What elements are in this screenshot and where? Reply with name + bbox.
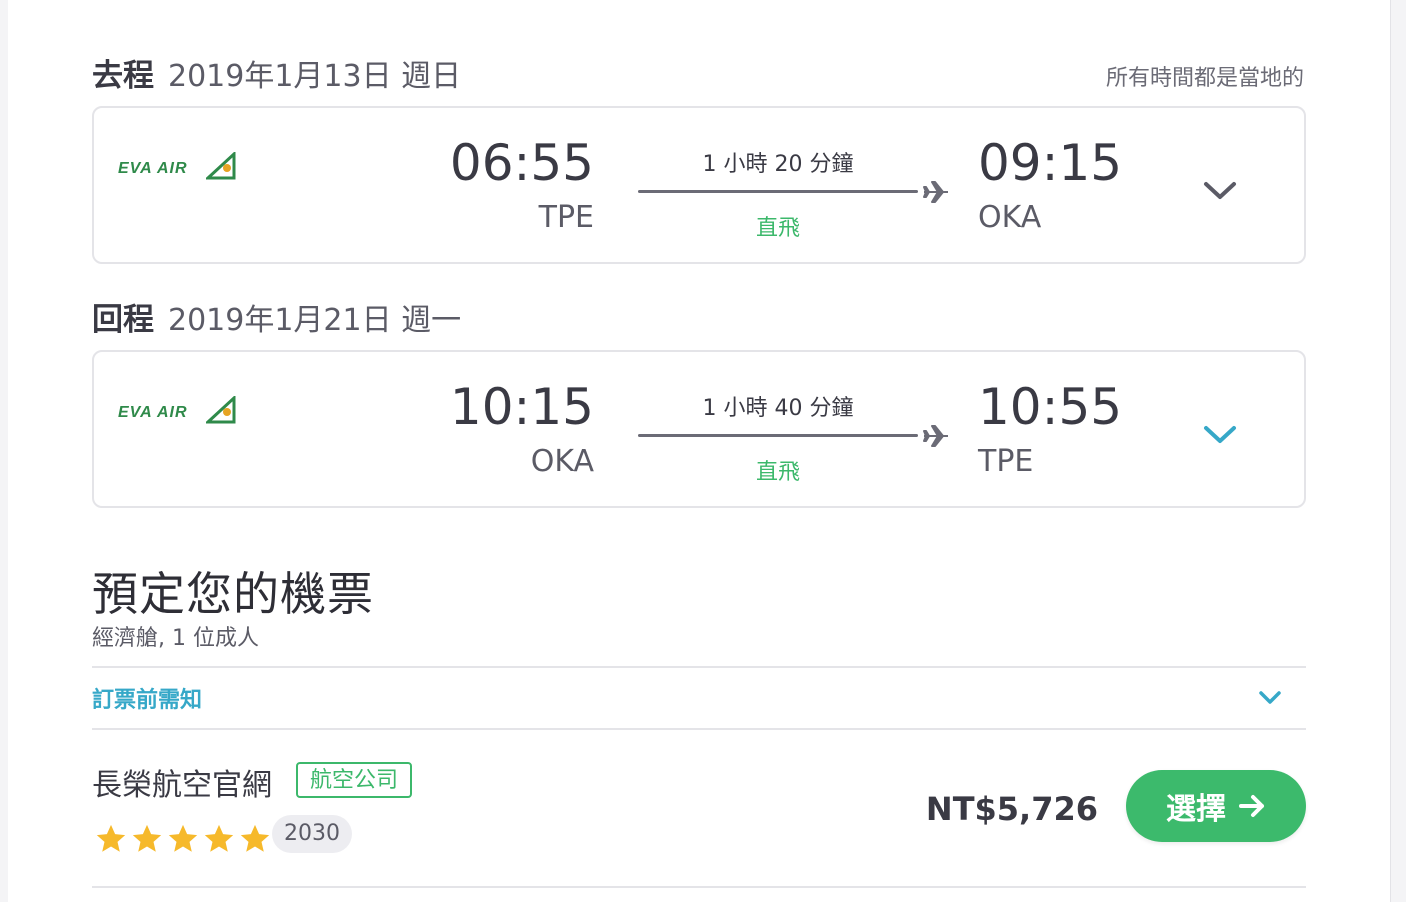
divider (92, 886, 1306, 888)
booking-notice-link[interactable]: 訂票前需知 (92, 682, 202, 714)
select-button[interactable]: 選擇 (1126, 770, 1306, 842)
return-header: 回程 2019年1月21日 週一 (92, 294, 461, 339)
departure-time: 10:15 (449, 378, 594, 436)
timezone-note: 所有時間都是當地的 (1105, 66, 1304, 91)
star-icon (204, 824, 234, 852)
arrival-airport: TPE (978, 444, 1034, 479)
eva-air-logo: EVA AIR (118, 152, 238, 184)
airline-badge: 航空公司 (296, 762, 413, 798)
eva-air-emblem-icon (206, 396, 236, 424)
airline-logo-text: EVA AIR (118, 404, 188, 421)
eva-air-logo: EVA AIR (118, 396, 238, 428)
outbound-flight-card[interactable]: EVA AIR 06:55 TPE 1 小時 20 分鐘 直飛 09:15 OK… (92, 106, 1306, 264)
scrollbar-track[interactable] (1390, 0, 1406, 902)
chevron-down-icon[interactable] (1202, 180, 1238, 202)
route-line (638, 190, 918, 193)
nonstop-label: 直飛 (755, 460, 800, 485)
arrival-time: 10:55 (978, 378, 1123, 436)
star-icon (96, 824, 126, 852)
chevron-down-icon[interactable] (1258, 690, 1282, 706)
departure-time: 06:55 (449, 134, 594, 192)
left-page-edge (0, 0, 8, 902)
return-flight-card[interactable]: EVA AIR 10:15 OKA 1 小時 40 分鐘 直飛 10:55 TP… (92, 350, 1306, 508)
departure-airport: TPE (538, 200, 594, 235)
arrival-time: 09:15 (978, 134, 1123, 192)
nonstop-label: 直飛 (755, 216, 800, 241)
outbound-header: 去程 2019年1月13日 週日 (92, 50, 461, 95)
arrow-right-icon (1239, 795, 1264, 817)
review-count[interactable]: 2030 (272, 815, 352, 853)
rating-stars (94, 822, 274, 856)
star-icon (168, 824, 198, 852)
outbound-label: 去程 (92, 58, 154, 94)
booking-subtitle: 經濟艙, 1 位成人 (92, 626, 259, 651)
airline-logo-text: EVA AIR (118, 160, 188, 177)
divider (92, 666, 1306, 668)
star-icon (132, 824, 162, 852)
price: NT$5,726 (925, 790, 1098, 828)
divider (92, 728, 1306, 730)
departure-airport: OKA (530, 444, 594, 479)
chevron-down-icon[interactable] (1202, 424, 1238, 446)
flight-duration: 1 小時 20 分鐘 (702, 152, 854, 177)
arrival-airport: OKA (978, 200, 1042, 235)
star-icon (240, 824, 270, 852)
booking-title: 預定您的機票 (92, 567, 374, 621)
return-date: 2019年1月21日 週一 (168, 303, 462, 338)
flight-duration: 1 小時 40 分鐘 (702, 396, 854, 421)
return-label: 回程 (92, 302, 154, 338)
select-button-label: 選擇 (1166, 792, 1226, 827)
vendor-name[interactable]: 長榮航空官網 (92, 760, 272, 804)
outbound-date: 2019年1月13日 週日 (168, 59, 462, 94)
plane-icon (923, 425, 948, 447)
eva-air-emblem-icon (206, 152, 236, 180)
plane-icon (923, 181, 948, 203)
route-line (638, 434, 918, 437)
